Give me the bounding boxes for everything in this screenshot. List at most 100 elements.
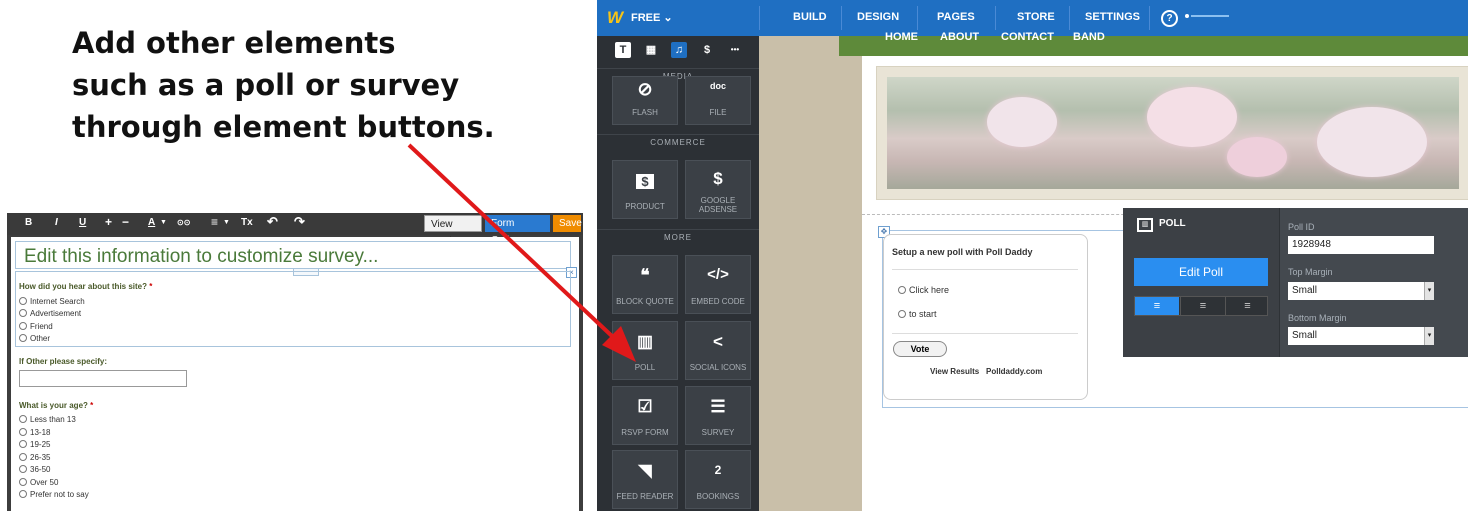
poll-option[interactable]: Click here — [898, 285, 949, 295]
caption-line-3: through element buttons. — [72, 110, 495, 144]
element-survey[interactable]: ☰ SURVEY — [685, 386, 751, 445]
poll-id-input[interactable]: 1928948 — [1288, 236, 1434, 254]
vote-button[interactable]: Vote — [893, 341, 947, 357]
tab-build[interactable]: BUILD — [793, 11, 827, 23]
poll-panel-settings: Poll ID 1928948 Top Margin Small ▾ Bottom… — [1279, 208, 1468, 357]
element-google-adsense[interactable]: $ GOOGLE ADSENSE — [685, 160, 751, 219]
view-entries-button[interactable]: View Entries — [424, 215, 482, 247]
element-block-quote[interactable]: ❝ BLOCK QUOTE — [612, 255, 678, 314]
radio-option[interactable]: Prefer not to say — [19, 490, 89, 499]
dollar-icon: $ — [636, 174, 654, 189]
chevron-down-icon: ▾ — [1424, 327, 1434, 345]
tab-store[interactable]: STORE — [1017, 11, 1055, 23]
element-label: RSVP FORM — [621, 428, 669, 437]
header-image[interactable] — [887, 77, 1459, 189]
site-navigation: HOME ABOUT CONTACT BAND — [839, 31, 1468, 56]
more-tool-icon[interactable]: ••• — [727, 42, 743, 58]
media-tool-icon[interactable]: ♫ — [671, 42, 687, 58]
polldaddy-link[interactable]: Polldaddy.com — [986, 367, 1042, 376]
layout-tool-icon[interactable]: ▦ — [643, 42, 659, 58]
rsvp-icon: ☑ — [637, 397, 653, 416]
save-button[interactable]: Save — [553, 215, 582, 232]
element-label: FILE — [709, 108, 727, 117]
progress-dot — [1185, 14, 1189, 18]
poll-icon: ▥ — [636, 332, 654, 351]
commerce-tool-icon[interactable]: $ — [699, 42, 715, 58]
font-color-button[interactable]: A — [148, 217, 155, 228]
radio-option[interactable]: 26-35 — [19, 453, 50, 462]
survey-form: Edit this information to customize surve… — [11, 237, 579, 511]
italic-button[interactable]: I — [55, 217, 58, 228]
plan-dropdown[interactable]: FREE ⌄ — [631, 11, 673, 24]
form-options-button[interactable]: Form Options — [485, 215, 550, 246]
align-right-icon[interactable]: ≡ — [1225, 297, 1269, 315]
weebly-logo[interactable]: W — [607, 8, 623, 28]
radio-option[interactable]: Other — [19, 334, 50, 343]
bold-button[interactable]: B — [25, 217, 32, 228]
calendar-icon: 2 — [714, 463, 722, 477]
survey-title[interactable]: Edit this information to customize surve… — [24, 246, 378, 268]
view-results-link[interactable]: View Results — [930, 367, 979, 376]
editor-toolbar: B I U + − A ▼ ⊙⊙ ≡ ▼ Tx ↶ ↷ View Entries… — [7, 213, 583, 247]
element-bookings[interactable]: 2 BOOKINGS — [685, 450, 751, 509]
radio-option[interactable]: Advertisement — [19, 309, 81, 318]
chevron-down-icon: ▼ — [160, 219, 167, 226]
element-poll[interactable]: ▥ POLL — [612, 321, 678, 380]
radio-option[interactable]: Friend — [19, 322, 53, 331]
element-label: BLOCK QUOTE — [616, 297, 674, 306]
text-tool-icon[interactable]: T — [615, 42, 631, 58]
align-icon[interactable]: ≡ — [211, 215, 218, 229]
radio-option[interactable]: Internet Search — [19, 297, 85, 306]
survey-editor-window: B I U + − A ▼ ⊙⊙ ≡ ▼ Tx ↶ ↷ View Entries… — [7, 213, 583, 511]
nav-home[interactable]: HOME — [885, 31, 918, 43]
element-embed-code[interactable]: </> EMBED CODE — [685, 255, 751, 314]
chevron-down-icon: ▼ — [223, 219, 230, 226]
radio-option[interactable]: 13-18 — [19, 428, 50, 437]
top-margin-select[interactable]: Small ▾ — [1288, 282, 1434, 300]
radio-option[interactable]: 36-50 — [19, 465, 50, 474]
nav-about[interactable]: ABOUT — [940, 31, 979, 43]
link-icon[interactable]: ⊙⊙ — [177, 218, 190, 227]
poll-option[interactable]: to start — [898, 309, 937, 319]
question-2-label: If Other please specify: — [19, 357, 108, 366]
tab-settings[interactable]: SETTINGS — [1085, 11, 1140, 23]
nav-band[interactable]: BAND — [1073, 31, 1105, 43]
redo-icon[interactable]: ↷ — [294, 214, 305, 230]
survey-title-box[interactable]: Edit this information to customize surve… — [15, 241, 571, 269]
element-label: PRODUCT — [625, 202, 665, 211]
element-social-icons[interactable]: < SOCIAL ICONS — [685, 321, 751, 380]
clear-format-button[interactable]: Tx — [241, 217, 253, 228]
caption-line-1: Add other elements — [72, 26, 396, 60]
element-label: GOOGLE ADSENSE — [698, 196, 738, 214]
tab-pages[interactable]: PAGES — [937, 11, 975, 23]
element-feed-reader[interactable]: ◥ FEED READER — [612, 450, 678, 509]
question-1-box[interactable]: How did you hear about this site? * Inte… — [15, 271, 571, 347]
increase-size-button[interactable]: + — [105, 215, 112, 229]
element-file[interactable]: doc FILE — [685, 76, 751, 125]
rss-icon: ◥ — [638, 461, 652, 480]
align-left-icon[interactable]: ≡ — [1135, 297, 1179, 315]
undo-icon[interactable]: ↶ — [267, 214, 278, 230]
other-specify-input[interactable] — [19, 370, 187, 387]
element-label: FLASH — [632, 108, 658, 117]
divider — [841, 6, 842, 30]
element-rsvp-form[interactable]: ☑ RSVP FORM — [612, 386, 678, 445]
edit-poll-button[interactable]: Edit Poll — [1134, 258, 1268, 286]
page-content: ✥ Setup a new poll with Poll Daddy Click… — [862, 56, 1468, 511]
radio-option[interactable]: Less than 13 — [19, 415, 76, 424]
decrease-size-button[interactable]: − — [122, 215, 129, 229]
tab-design[interactable]: DESIGN — [857, 11, 899, 23]
element-flash[interactable]: ⊘ FLASH — [612, 76, 678, 125]
divider — [759, 6, 760, 30]
underline-button[interactable]: U — [79, 217, 86, 228]
help-icon[interactable]: ? — [1161, 10, 1178, 27]
nav-contact[interactable]: CONTACT — [1001, 31, 1054, 43]
progress-bar — [1191, 15, 1229, 17]
radio-option[interactable]: 19-25 — [19, 440, 50, 449]
bottom-margin-select[interactable]: Small ▾ — [1288, 327, 1434, 345]
element-product[interactable]: $ PRODUCT — [612, 160, 678, 219]
caption-line-2: such as a poll or survey — [72, 68, 460, 102]
section-commerce: COMMERCE — [597, 134, 759, 151]
radio-option[interactable]: Over 50 — [19, 478, 58, 487]
align-center-icon[interactable]: ≡ — [1180, 297, 1225, 315]
